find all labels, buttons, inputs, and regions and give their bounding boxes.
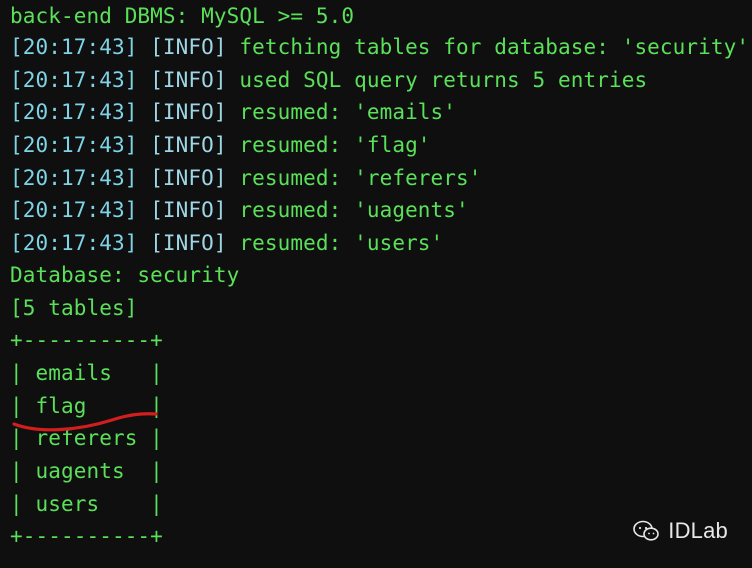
log-line: [20:17:43] [INFO] used SQL query returns…	[10, 64, 647, 96]
table-row: | uagents |	[10, 459, 163, 483]
log-message: resumed: 'uagents'	[239, 198, 469, 222]
tables-count-line: [5 tables]	[10, 296, 138, 320]
log-message: resumed: 'flag'	[239, 133, 431, 157]
table-border-bottom: +----------+	[10, 524, 163, 548]
log-line: [20:17:43] [INFO] resumed: 'users'	[10, 227, 443, 259]
table-row: | flag |	[10, 394, 163, 418]
database-line: Database: security	[10, 263, 240, 287]
log-line: [20:17:43] [INFO] resumed: 'emails'	[10, 96, 456, 128]
log-time: [20:17:43]	[10, 166, 138, 190]
log-time: [20:17:43]	[10, 133, 138, 157]
log-level: [INFO]	[150, 166, 227, 190]
dbms-line: back-end DBMS: MySQL >= 5.0	[10, 4, 355, 28]
log-message: resumed: 'users'	[239, 231, 444, 255]
log-level: [INFO]	[150, 198, 227, 222]
log-message: used SQL query returns 5 entries	[239, 68, 648, 92]
log-time: [20:17:43]	[10, 231, 138, 255]
log-line: [20:17:43] [INFO] resumed: 'uagents'	[10, 194, 469, 226]
log-time: [20:17:43]	[10, 198, 138, 222]
log-message: resumed: 'referers'	[239, 166, 482, 190]
watermark: IDLab	[632, 514, 728, 548]
log-time: [20:17:43]	[10, 68, 138, 92]
terminal-window: back-end DBMS: MySQL >= 5.0 [20:17:43] […	[0, 0, 752, 568]
log-line: [20:17:43] [INFO] fetching tables for da…	[10, 31, 749, 63]
log-level: [INFO]	[150, 68, 227, 92]
log-level: [INFO]	[150, 133, 227, 157]
log-level: [INFO]	[150, 231, 227, 255]
log-line: [20:17:43] [INFO] resumed: 'flag'	[10, 129, 431, 161]
table-border-top: +----------+	[10, 328, 163, 352]
log-level: [INFO]	[150, 100, 227, 124]
log-message: resumed: 'emails'	[239, 100, 457, 124]
watermark-text: IDLab	[668, 518, 728, 543]
log-time: [20:17:43]	[10, 100, 138, 124]
log-level: [INFO]	[150, 35, 227, 59]
table-row: | users |	[10, 492, 163, 516]
table-row: | emails |	[10, 361, 163, 385]
log-line: [20:17:43] [INFO] resumed: 'referers'	[10, 162, 482, 194]
table-row: | referers |	[10, 426, 163, 450]
log-time: [20:17:43]	[10, 35, 138, 59]
wechat-icon	[633, 520, 660, 541]
log-message: fetching tables for database: 'security'	[239, 35, 750, 59]
